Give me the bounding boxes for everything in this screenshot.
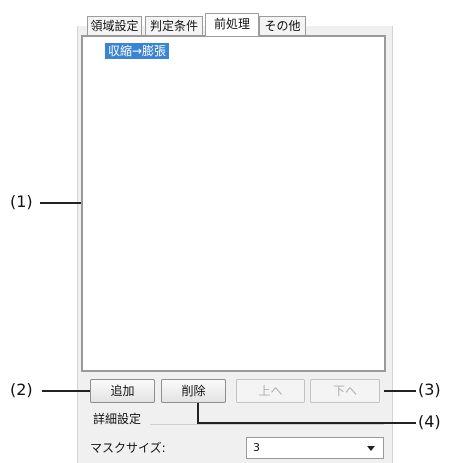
preprocessing-list[interactable]: 収縮→膨張 xyxy=(81,35,386,372)
chevron-down-icon xyxy=(367,446,375,451)
callout-3: (3) xyxy=(418,380,441,399)
tab-other[interactable]: その他 xyxy=(259,16,306,35)
callout-4-vline xyxy=(197,403,199,423)
details-group-label: 詳細設定 xyxy=(93,412,142,426)
mask-size-value: 3 xyxy=(253,441,260,454)
callout-2: (2) xyxy=(10,380,33,399)
mask-size-select[interactable]: 3 xyxy=(246,437,384,459)
tab-judgment-conditions[interactable]: 判定条件 xyxy=(145,16,203,35)
list-item[interactable]: 収縮→膨張 xyxy=(105,43,170,59)
add-button[interactable]: 追加 xyxy=(90,379,155,403)
callout-1: (1) xyxy=(10,192,33,211)
callout-4: (4) xyxy=(418,412,441,431)
callout-4-hline xyxy=(197,422,416,424)
callout-3-line xyxy=(384,390,416,392)
mask-size-label: マスクサイズ: xyxy=(90,441,166,455)
callout-2-line xyxy=(42,390,90,392)
tab-preprocessing[interactable]: 前処理 xyxy=(205,13,259,36)
callout-1-line xyxy=(40,202,81,204)
move-down-button[interactable]: 下へ xyxy=(310,379,380,403)
tab-region-settings[interactable]: 領域設定 xyxy=(87,16,142,35)
move-up-button[interactable]: 上へ xyxy=(236,379,305,403)
details-group-divider xyxy=(150,424,384,425)
delete-button[interactable]: 削除 xyxy=(161,379,226,403)
